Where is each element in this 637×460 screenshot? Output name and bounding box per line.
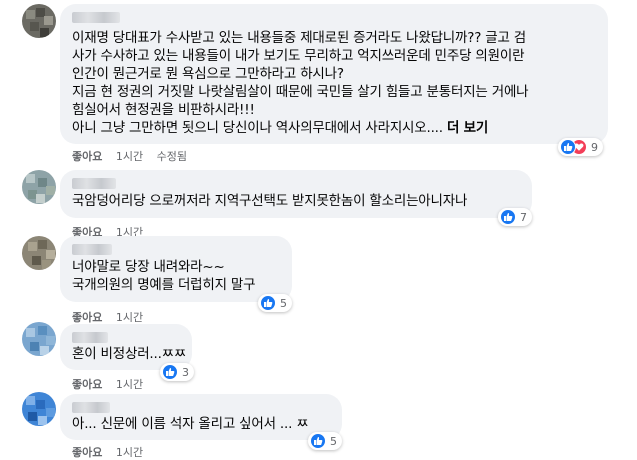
- author-name[interactable]: [72, 178, 116, 189]
- comment-actions: 좋아요 1시간: [72, 309, 153, 325]
- avatar[interactable]: [22, 236, 56, 270]
- timestamp[interactable]: 1시간: [116, 148, 143, 164]
- timestamp[interactable]: 1시간: [116, 309, 143, 325]
- author-name[interactable]: [72, 244, 112, 255]
- comment-bubble: 너야말로 당장 내려와라~~ 국개의원의 명예를 더럽히지 말구: [60, 236, 292, 302]
- edited-label: 수정됨: [156, 150, 187, 163]
- avatar[interactable]: [22, 392, 56, 426]
- like-button[interactable]: 좋아요: [72, 376, 102, 392]
- reaction-badge[interactable]: 5: [258, 294, 292, 312]
- comment-text-line: 이재명 당대표가 수사받고 있는 내용들중 제대로된 증거라도 나왔답니까?? …: [72, 30, 527, 46]
- comment-text-line: 힘실어서 현정권을 비판하시라!!!: [72, 102, 255, 118]
- like-reaction-icon: [310, 433, 326, 449]
- reaction-count: 5: [280, 296, 287, 310]
- like-button[interactable]: 좋아요: [72, 309, 102, 325]
- comment-text-line: 사가 수사하고 있는 내용들이 내가 보기도 무리하고 억지쓰러운데 민주당 의…: [72, 48, 525, 64]
- author-name[interactable]: [72, 332, 108, 343]
- comment-text-line: 국개의원의 명예를 더럽히지 말구: [72, 277, 256, 293]
- comment-actions: 좋아요 1시간 수정됨: [72, 148, 197, 164]
- comment-bubble: 이재명 당대표가 수사받고 있는 내용들중 제대로된 증거라도 나왔답니까?? …: [60, 4, 608, 144]
- reaction-badge[interactable]: 5: [308, 432, 342, 450]
- avatar[interactable]: [22, 322, 56, 356]
- see-more-link[interactable]: 더 보기: [447, 120, 488, 136]
- like-button[interactable]: 좋아요: [72, 148, 102, 164]
- comment-text-segment: 아니 그냥 그만하면 됫으니 당신이나 역사의무대에서 사라지시오....: [72, 120, 447, 136]
- comment-text-line: 지금 현 정권의 거짓말 나랏살림살이 때문에 국민들 살기 힘들고 분통터지는…: [72, 84, 529, 100]
- author-name[interactable]: [72, 12, 120, 23]
- reaction-count: 5: [330, 434, 337, 448]
- reaction-badge[interactable]: 9: [558, 138, 603, 156]
- comment-bubble: 아... 신문에 이름 석자 올리고 싶어서 ... ㅉ: [60, 394, 342, 440]
- comment-text-line: 인간이 뭔근거로 뭔 욕심으로 그만하라고 하시나?: [72, 66, 344, 82]
- timestamp[interactable]: 1시간: [116, 376, 143, 392]
- reaction-badge[interactable]: 3: [160, 363, 194, 381]
- comment-text-line: 아... 신문에 이름 석자 올리고 싶어서 ... ㅉ: [72, 416, 309, 432]
- reaction-count: 9: [591, 140, 598, 154]
- like-reaction-icon: [500, 209, 516, 225]
- reaction-count: 7: [520, 210, 527, 224]
- like-reaction-icon: [162, 364, 178, 380]
- reaction-badge[interactable]: 7: [498, 208, 532, 226]
- comment-text-line: 너야말로 당장 내려와라~~: [72, 259, 225, 275]
- comment-bubble: 국암덩어리당 으로꺼저라 지역구선택도 받지못한놈이 할소리는아니자나: [60, 170, 532, 218]
- comment-text-line: 국암덩어리당 으로꺼저라 지역구선택도 받지못한놈이 할소리는아니자나: [72, 193, 468, 209]
- comment-actions: 좋아요 1시간: [72, 376, 153, 392]
- avatar[interactable]: [22, 170, 56, 204]
- comment-text-line: 아니 그냥 그만하면 됫으니 당신이나 역사의무대에서 사라지시오.... 더 …: [72, 119, 488, 137]
- comment-text-line: 혼이 비정상러...ㅉㅉ: [72, 346, 187, 362]
- like-reaction-icon: [260, 295, 276, 311]
- reaction-count: 3: [182, 365, 189, 379]
- avatar[interactable]: [22, 4, 56, 38]
- like-reaction-icon: [560, 139, 576, 155]
- author-name[interactable]: [72, 402, 110, 413]
